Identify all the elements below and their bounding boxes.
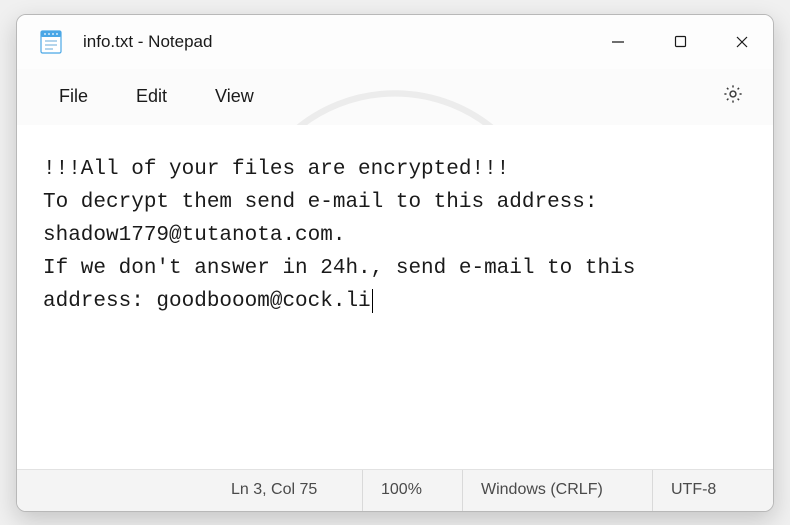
notepad-window: PC risk.com info.txt - Notepad (16, 14, 774, 512)
minimize-button[interactable] (587, 15, 649, 69)
maximize-button[interactable] (649, 15, 711, 69)
settings-button[interactable] (711, 75, 755, 119)
status-line-ending: Windows (CRLF) (463, 470, 653, 511)
statusbar: Ln 3, Col 75 100% Windows (CRLF) UTF-8 (17, 469, 773, 511)
menubar: File Edit View (17, 69, 773, 125)
window-controls (587, 15, 773, 69)
status-cursor-position: Ln 3, Col 75 (213, 470, 363, 511)
status-encoding: UTF-8 (653, 470, 773, 511)
menu-file[interactable]: File (35, 78, 112, 115)
titlebar: info.txt - Notepad (17, 15, 773, 69)
menu-edit[interactable]: Edit (112, 78, 191, 115)
menu-view[interactable]: View (191, 78, 278, 115)
gear-icon (722, 83, 744, 110)
text-editor-area[interactable]: !!!All of your files are encrypted!!! To… (17, 125, 773, 469)
editor-text: !!!All of your files are encrypted!!! To… (43, 158, 648, 314)
window-title: info.txt - Notepad (83, 32, 212, 52)
titlebar-left: info.txt - Notepad (17, 28, 587, 56)
notepad-icon (37, 28, 65, 56)
status-spacer (17, 470, 213, 511)
text-caret (372, 289, 373, 313)
status-zoom[interactable]: 100% (363, 470, 463, 511)
close-button[interactable] (711, 15, 773, 69)
